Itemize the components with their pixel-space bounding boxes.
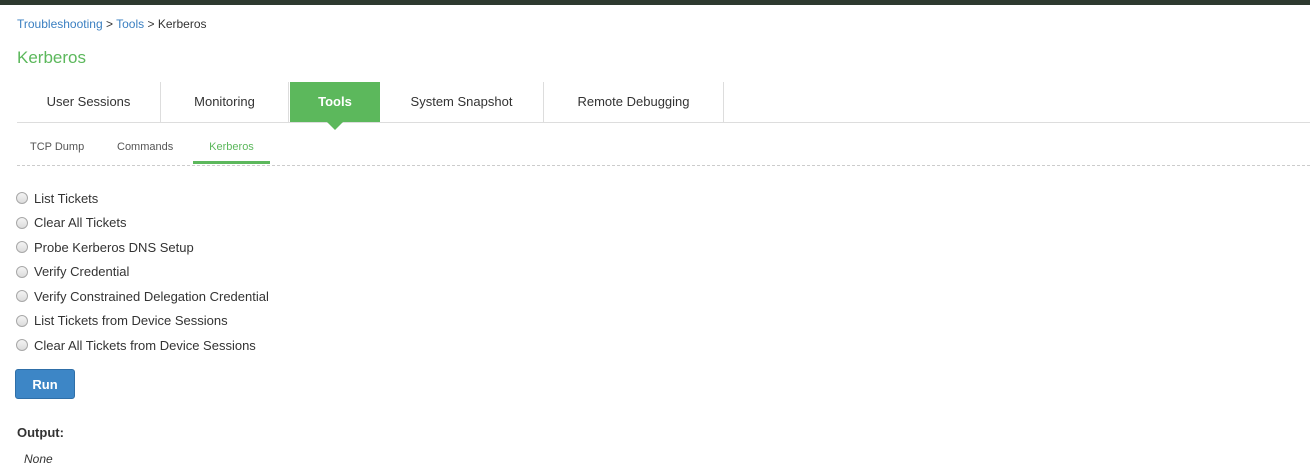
radio-button[interactable] [16,192,28,205]
breadcrumb-separator: > [147,17,155,31]
breadcrumb-separator: > [105,17,113,31]
main-tab-bar: User Sessions Monitoring Tools System Sn… [17,82,1310,130]
tab-tools[interactable]: Tools [290,82,380,130]
subtab-commands[interactable]: Commands [117,140,173,164]
breadcrumb-current: Kerberos [157,17,207,31]
breadcrumb-troubleshooting-link[interactable]: Troubleshooting [17,17,103,31]
radio-button[interactable] [16,339,28,352]
option-clear-all-tickets-device-sessions[interactable]: Clear All Tickets from Device Sessions [16,333,269,358]
breadcrumb-tools-link[interactable]: Tools [116,17,144,31]
option-verify-credential[interactable]: Verify Credential [16,260,269,285]
option-label: Clear All Tickets from Device Sessions [34,337,256,353]
sub-tab-bar: TCP Dump Commands Kerberos [17,130,1310,166]
option-label: Verify Credential [34,264,130,280]
option-label: List Tickets from Device Sessions [34,313,228,329]
option-list-tickets-device-sessions[interactable]: List Tickets from Device Sessions [16,309,269,334]
option-clear-all-tickets[interactable]: Clear All Tickets [16,211,269,236]
option-probe-kerberos-dns-setup[interactable]: Probe Kerberos DNS Setup [16,235,269,260]
option-label: Probe Kerberos DNS Setup [34,239,194,255]
tab-system-snapshot[interactable]: System Snapshot [380,82,544,122]
option-label: Verify Constrained Delegation Credential [34,288,269,304]
top-bar [0,0,1310,5]
output-value: None [24,452,53,466]
subtab-kerberos[interactable]: Kerberos [193,140,270,164]
tab-monitoring[interactable]: Monitoring [161,82,289,122]
radio-button[interactable] [16,265,28,278]
radio-button[interactable] [16,314,28,327]
option-list-tickets[interactable]: List Tickets [16,186,269,211]
tab-user-sessions[interactable]: User Sessions [17,82,161,122]
kerberos-command-options: List Tickets Clear All Tickets Probe Ker… [16,186,269,358]
subtab-tcp-dump[interactable]: TCP Dump [30,140,84,164]
option-verify-constrained-delegation-credential[interactable]: Verify Constrained Delegation Credential [16,284,269,309]
option-label: List Tickets [34,190,99,206]
radio-button[interactable] [16,216,28,229]
output-label: Output: [17,425,64,440]
run-button[interactable]: Run [15,369,75,399]
radio-button[interactable] [16,241,28,254]
page-title: Kerberos [17,48,86,67]
tab-remote-debugging[interactable]: Remote Debugging [544,82,724,122]
radio-button[interactable] [16,290,28,303]
option-label: Clear All Tickets [34,215,127,231]
breadcrumb: Troubleshooting > Tools > Kerberos [17,17,207,31]
